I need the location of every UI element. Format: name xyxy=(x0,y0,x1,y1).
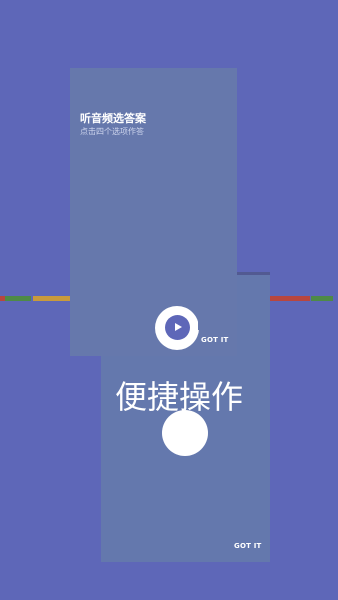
progress-segment xyxy=(311,296,333,301)
got-it-button-bottom[interactable]: GOT IT xyxy=(234,542,262,550)
progress-segment xyxy=(33,296,70,301)
got-it-button-top[interactable]: GOT IT xyxy=(201,336,229,344)
progress-segment xyxy=(270,296,310,301)
tip-subtitle: 点击四个选项作答 xyxy=(80,127,144,136)
tip-title: 听音频选答案 xyxy=(80,112,146,125)
play-icon xyxy=(175,323,182,331)
gesture-highlight-circle[interactable] xyxy=(162,410,208,456)
progress-segment xyxy=(5,296,31,301)
screen: { "colors": { "background": "#5e67b8", "… xyxy=(0,0,338,600)
card-shadow-edge xyxy=(237,272,270,275)
